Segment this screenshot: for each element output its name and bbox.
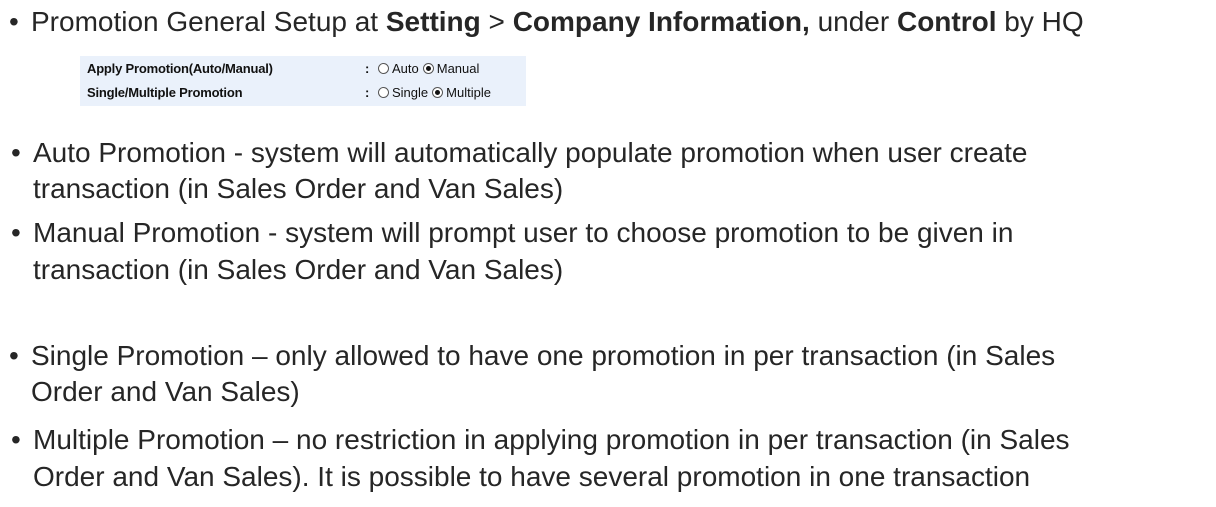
single-promotion-line2: Order and Van Sales) (31, 376, 300, 407)
multiple-radio[interactable] (432, 87, 444, 98)
single-multiple-radio-group: Single Multiple (378, 85, 495, 100)
slide: • Promotion General Setup at Setting > C… (0, 0, 1216, 507)
heading-prefix: Promotion General Setup at (31, 6, 386, 37)
manual-radio-option[interactable]: Manual (422, 61, 480, 76)
auto-radio[interactable] (378, 63, 389, 74)
heading-control: Control (896, 6, 997, 37)
single-promotion-line1: Single Promotion – only allowed to have … (31, 340, 1056, 371)
manual-promotion-line1: Manual Promotion - system will prompt us… (33, 217, 1014, 248)
bullet-dot: • (11, 217, 21, 248)
single-radio[interactable] (378, 87, 389, 98)
auto-radio-option[interactable]: Auto (378, 61, 419, 76)
heading-line: • Promotion General Setup at Setting > C… (9, 4, 1084, 40)
bullet-dot: • (11, 137, 21, 168)
heading-company-info: Company Information, (512, 6, 810, 37)
multiple-radio-label: Multiple (446, 85, 491, 100)
manual-promotion-line2: transaction (in Sales Order and Van Sale… (33, 254, 564, 285)
colon: : (365, 61, 370, 76)
auto-promotion-line2: transaction (in Sales Order and Van Sale… (33, 173, 564, 204)
heading-setting: Setting (385, 6, 481, 37)
colon: : (365, 85, 370, 100)
multiple-promotion-bullet: • Multiple Promotion – no restriction in… (11, 422, 1070, 458)
heading-suffix: by HQ (996, 6, 1084, 37)
bullet-dot: • (11, 424, 21, 455)
single-radio-option[interactable]: Single (378, 85, 428, 100)
manual-radio[interactable] (422, 63, 434, 74)
apply-promotion-row: Apply Promotion(Auto/Manual) : Auto Manu… (80, 58, 526, 82)
multiple-promotion-line1: Multiple Promotion – no restriction in a… (33, 424, 1070, 455)
heading-under: under (809, 6, 897, 37)
auto-radio-label: Auto (392, 61, 419, 76)
single-multiple-row: Single/Multiple Promotion : Single Multi… (80, 82, 526, 106)
single-promotion-bullet: • Single Promotion – only allowed to hav… (9, 338, 1056, 374)
auto-promotion-bullet: • Auto Promotion - system will automatic… (11, 135, 1028, 171)
bullet-dot: • (9, 340, 19, 371)
manual-promotion-bullet: • Manual Promotion - system will prompt … (11, 215, 1014, 251)
apply-promotion-radio-group: Auto Manual (378, 61, 483, 76)
multiple-promotion-line2: Order and Van Sales). It is possible to … (33, 461, 1031, 492)
multiple-radio-option[interactable]: Multiple (432, 85, 491, 100)
single-multiple-label: Single/Multiple Promotion (87, 85, 243, 100)
auto-promotion-line1: Auto Promotion - system will automatical… (33, 137, 1028, 168)
manual-radio-label: Manual (436, 61, 480, 76)
apply-promotion-label: Apply Promotion(Auto/Manual) (87, 61, 273, 76)
bullet-dot: • (9, 6, 19, 37)
heading-sep: > (480, 6, 513, 37)
promotion-settings-panel: Apply Promotion(Auto/Manual) : Auto Manu… (80, 56, 526, 106)
single-radio-label: Single (392, 85, 429, 100)
